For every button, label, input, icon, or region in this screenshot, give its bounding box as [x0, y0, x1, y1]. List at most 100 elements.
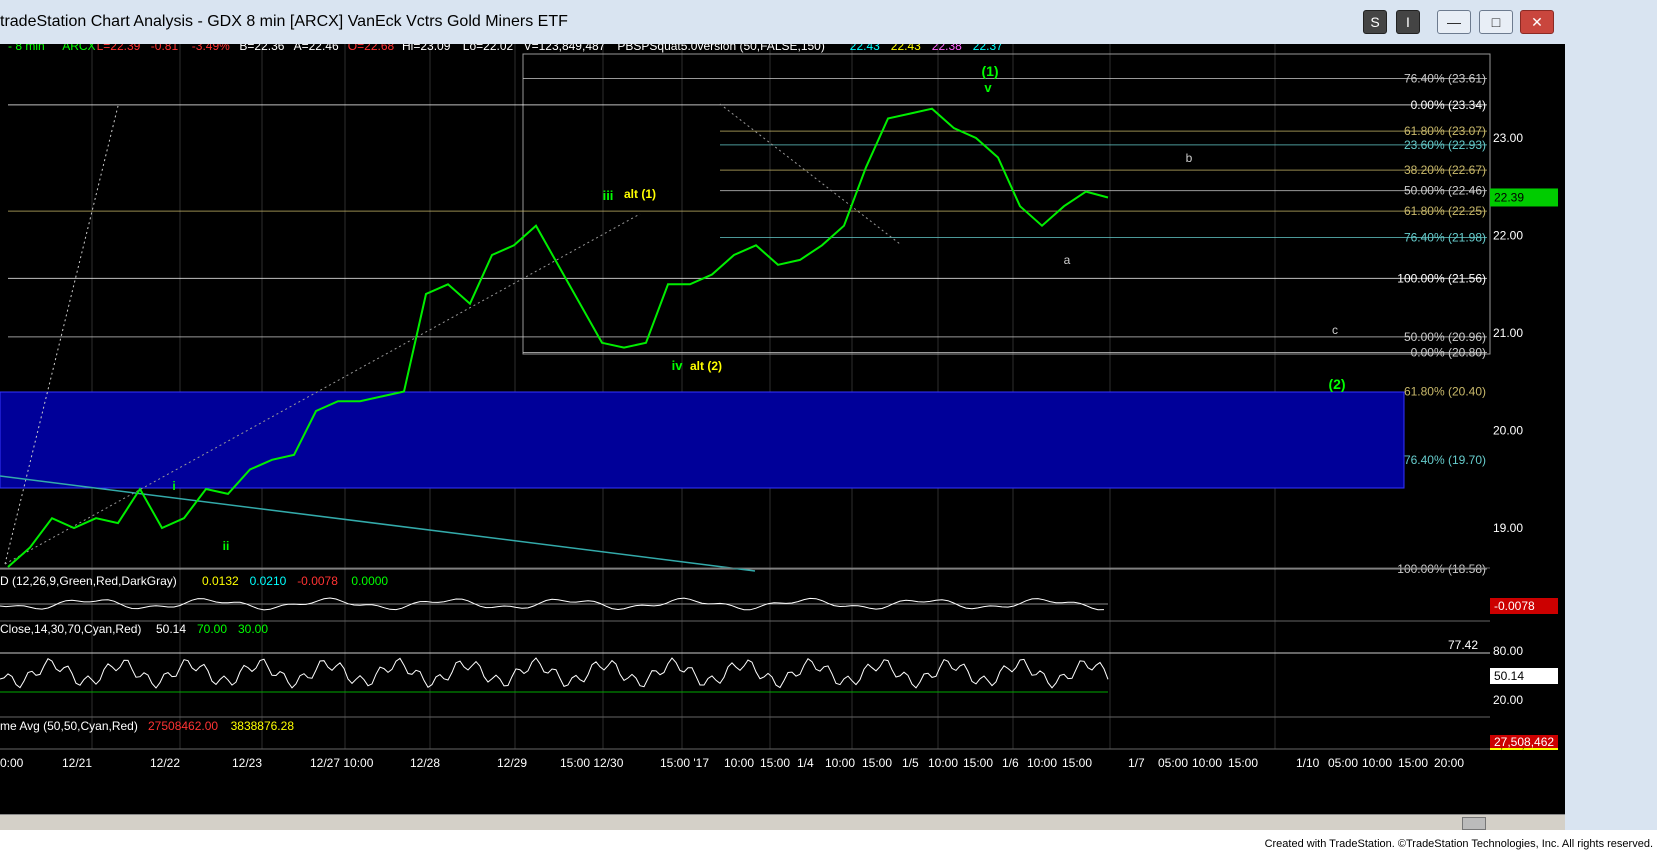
time-axis-label: 12/21	[62, 756, 92, 770]
time-axis-label: 15:00	[1062, 756, 1092, 770]
wave-label: (2)	[1328, 376, 1345, 392]
header-value: Hi=23.09	[402, 44, 451, 53]
fib-label: 50.00% (22.46)	[1404, 184, 1486, 198]
fib-label: 61.80% (23.07)	[1404, 124, 1486, 138]
fib-label: 100.00% (18.58)	[1397, 562, 1486, 576]
rsi-value: 70.00	[197, 622, 227, 636]
header-value: A=22.46	[294, 44, 339, 53]
price-tick-label: 21.00	[1493, 326, 1523, 340]
macd-last-label: -0.0078	[1494, 599, 1535, 613]
header-value: 22.38	[932, 44, 962, 53]
maximize-button[interactable]: □	[1479, 10, 1513, 34]
wave-label: iii	[603, 188, 614, 203]
fib-frame-box	[522, 53, 1491, 355]
rsi-tick-label: 77.42	[1448, 638, 1478, 652]
volume-title: me Avg (50,50,Cyan,Red)	[0, 719, 138, 733]
header-value: -3.49%	[192, 44, 230, 53]
chart-area[interactable]: 76.40% (23.61) 0.00% (23.34) 61.80% (23.07…	[0, 44, 1565, 814]
rsi-last-label: 50.14	[1494, 669, 1524, 683]
rsi-tick-label: 20.00	[1493, 693, 1523, 707]
header-value: B=22.36	[239, 44, 284, 53]
fib-label: 100.00% (21.56)	[1397, 271, 1486, 285]
time-axis-label: 15:00	[1228, 756, 1258, 770]
volume-last-label: 27,508,462	[1494, 735, 1554, 749]
fib-label: 76.40% (19.70)	[1404, 453, 1486, 467]
time-axis-label: 1/7	[1128, 756, 1145, 770]
indicator-menu-button[interactable]: I	[1396, 10, 1420, 34]
time-axis-label: 1/5	[902, 756, 919, 770]
wave-label: ii	[223, 539, 230, 553]
time-axis-label: 0:00	[0, 756, 24, 770]
header-value: - 8 min	[8, 44, 45, 53]
fib-label: 0.00% (20.80)	[1411, 346, 1486, 360]
rsi-line	[0, 657, 1109, 689]
header-value: O=22.68	[348, 44, 395, 53]
time-axis-label: 15:00 '17	[660, 756, 709, 770]
time-axis-label: 20:00	[1434, 756, 1464, 770]
rsi-title: Close,14,30,70,Cyan,Red)	[0, 622, 141, 636]
target-zone-box	[0, 391, 1405, 489]
close-button[interactable]: ✕	[1520, 10, 1554, 34]
fib-label: 76.40% (21.98)	[1404, 230, 1486, 244]
time-axis-label: 15:00 12/30	[560, 756, 624, 770]
scrollbar-thumb[interactable]	[1462, 817, 1486, 830]
rsi-value: 30.00	[238, 622, 268, 636]
time-axis-label: 10:00	[825, 756, 855, 770]
time-axis-label: 15:00	[1398, 756, 1428, 770]
window-title: tradeStation Chart Analysis - GDX 8 min …	[0, 13, 568, 30]
header-value: L=22.39	[97, 44, 141, 53]
header-value: 22.37	[973, 44, 1003, 53]
header-value: -0.81	[151, 44, 179, 53]
price-tick-label: 23.00	[1493, 131, 1523, 145]
copyright-text: Created with TradeStation. ©TradeStation…	[1264, 838, 1653, 850]
window-frame-right	[1565, 44, 1657, 830]
header-value: PBSPSquat5.0version (50,FALSE,150)	[617, 44, 824, 53]
price-chart-svg: 76.40% (23.61) 0.00% (23.34) 61.80% (23.07…	[0, 44, 1558, 770]
macd-value: 0.0132	[202, 574, 239, 588]
fib-label: 61.80% (22.25)	[1404, 204, 1486, 218]
macd-value: 0.0210	[250, 574, 287, 588]
fib-label: 50.00% (20.96)	[1404, 330, 1486, 344]
time-axis-label: 10:00	[928, 756, 958, 770]
volume-value: 27508462.00	[148, 719, 218, 733]
wave-label: alt (1)	[624, 187, 656, 201]
footer: Created with TradeStation. ©TradeStation…	[0, 830, 1657, 861]
time-axis-label: 15:00	[760, 756, 790, 770]
time-axis-label: 12/29	[497, 756, 527, 770]
time-axis-label: 12/22	[150, 756, 180, 770]
wave-label: b	[1186, 151, 1193, 165]
horizontal-scrollbar[interactable]	[0, 814, 1565, 831]
last-price-label: 22.39	[1494, 190, 1524, 204]
wave-label: i	[172, 479, 175, 493]
symbol-menu-button[interactable]: S	[1363, 10, 1387, 34]
wave-label: (1)	[981, 63, 998, 79]
fib-label: 76.40% (23.61)	[1404, 72, 1486, 86]
time-axis-label: 15:00	[963, 756, 993, 770]
price-tick-label: 19.00	[1493, 521, 1523, 535]
time-axis-label: 12/27 10:00	[310, 756, 374, 770]
time-axis-label: 10:00	[1362, 756, 1392, 770]
price-tick-label: 20.00	[1493, 424, 1523, 438]
time-axis-label: 05:00	[1158, 756, 1188, 770]
rsi-tick-label: 80.00	[1493, 644, 1523, 658]
header-value: Lo=22.02	[463, 44, 514, 53]
fib-label: 0.00% (23.34)	[1411, 98, 1486, 112]
header-value: 22.43	[850, 44, 880, 53]
wave-label: iv	[672, 358, 684, 373]
time-axis-label: 10:00	[724, 756, 754, 770]
price-tick-label: 22.00	[1493, 229, 1523, 243]
time-axis-label: 05:00	[1328, 756, 1358, 770]
header-value: ARCX	[62, 44, 95, 53]
trendline-dotted	[4, 213, 641, 565]
macd-value: -0.0078	[297, 574, 338, 588]
wave-label: v	[984, 80, 992, 95]
rsi-value: 50.14	[156, 622, 186, 636]
header-value: V=123,849,487	[524, 44, 606, 53]
time-axis-label: 1/10	[1296, 756, 1320, 770]
wave-label: a	[1064, 253, 1071, 267]
minimize-button[interactable]: —	[1437, 10, 1471, 34]
time-axis-label: 1/6	[1002, 756, 1019, 770]
macd-value: 0.0000	[351, 574, 388, 588]
time-axis-label: 15:00	[862, 756, 892, 770]
wave-label: c	[1332, 323, 1338, 337]
